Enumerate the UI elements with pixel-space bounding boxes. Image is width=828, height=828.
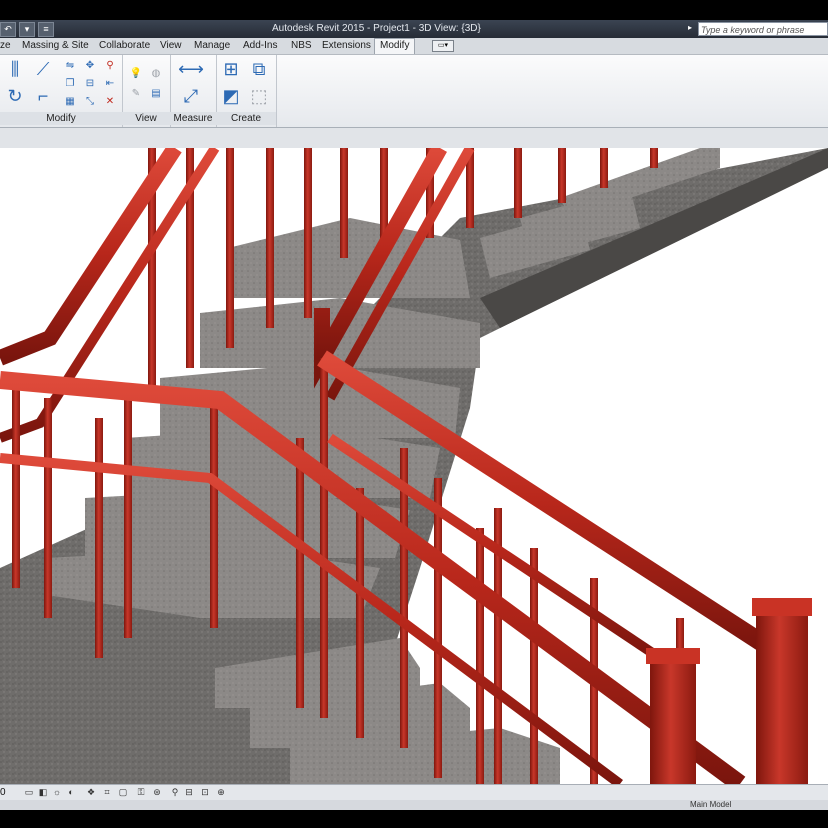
create-group-icon[interactable]: ⧉	[248, 58, 270, 80]
rotate-icon[interactable]: ↻	[4, 85, 26, 107]
3d-view-canvas[interactable]	[0, 148, 828, 784]
tab-manage[interactable]: Manage	[194, 40, 230, 51]
customize-icon[interactable]: ≡	[38, 22, 54, 37]
ribbon-tab-bar: ze Massing & Site Collaborate View Manag…	[0, 38, 828, 55]
panel-modify: ⫼ ⟋ ↻ ⌐ ⇋ ✥ ⚲ ❐ ⊟ ⇤ ▦ ⤡ ✕ Modify	[0, 55, 123, 127]
hide-icon[interactable]: 💡	[130, 67, 142, 79]
sun-path-icon[interactable]: ☼	[52, 788, 62, 797]
create-assembly-icon[interactable]: ⬚	[248, 85, 270, 107]
override-icon[interactable]: ◍	[150, 67, 162, 79]
lock-view-icon[interactable]: ⚿	[136, 788, 146, 797]
split-icon[interactable]: ⊟	[84, 77, 96, 89]
newel-post	[646, 648, 700, 784]
highlight-icon[interactable]: ⊡	[200, 788, 210, 797]
create-similar-icon[interactable]: ⊞	[220, 58, 242, 80]
align-icon[interactable]: ⫼	[4, 58, 26, 80]
temp-hide-icon[interactable]: ⊛	[152, 788, 162, 797]
visual-style-icon[interactable]: ◧	[38, 788, 48, 797]
newel-post	[752, 598, 812, 784]
paint-icon[interactable]: ▤	[150, 87, 162, 99]
render-icon[interactable]: ❖	[86, 788, 96, 797]
measure-icon[interactable]: ⟷	[178, 58, 204, 80]
tab-nbs[interactable]: NBS	[291, 40, 312, 51]
array-icon[interactable]: ▦	[64, 95, 76, 107]
tab-collaborate[interactable]: Collaborate	[99, 40, 150, 51]
analytical-model-icon[interactable]: ⊟	[184, 788, 194, 797]
status-bar: Main Model	[0, 800, 828, 810]
copy-icon[interactable]: ❐	[64, 77, 76, 89]
crop-region-icon[interactable]: ▢	[118, 788, 128, 797]
panel-label-modify: Modify	[0, 112, 122, 125]
search-expand-icon[interactable]: ▸	[688, 23, 696, 35]
create-part-icon[interactable]: ◩	[220, 85, 242, 107]
linework-icon[interactable]: ✎	[130, 87, 142, 99]
offset-icon[interactable]: ⟋	[32, 58, 54, 80]
panel-view: 💡 ◍ ✎ ▤ View	[122, 55, 171, 127]
panel-label-create: Create	[216, 112, 276, 125]
delete-icon[interactable]: ✕	[104, 95, 116, 107]
unpin-icon[interactable]: ⇤	[104, 77, 116, 89]
trim-icon[interactable]: ⌐	[32, 85, 54, 107]
move-icon[interactable]: ✥	[84, 59, 96, 71]
scale-icon[interactable]: ⤡	[84, 95, 96, 107]
crop-icon[interactable]: ⌗	[102, 788, 112, 797]
mirror-icon[interactable]: ⇋	[64, 59, 76, 71]
options-bar	[0, 128, 828, 149]
panel-measure: ⟷ ⤢ Measure	[170, 55, 217, 127]
panel-create: ⊞ ⧉ ◩ ⬚ Create	[216, 55, 277, 127]
tab-extensions[interactable]: Extensions	[322, 40, 371, 51]
bottom-black-band	[0, 810, 828, 828]
ribbon: ⫼ ⟋ ↻ ⌐ ⇋ ✥ ⚲ ❐ ⊟ ⇤ ▦ ⤡ ✕ Modify 💡 ◍ ✎ ▤…	[0, 55, 828, 128]
active-model-text: Main Model	[690, 800, 732, 809]
constraints-icon[interactable]: ⊕	[216, 788, 226, 797]
title-bar: ↶ ▾ ≡ Autodesk Revit 2015 - Project1 - 3…	[0, 20, 828, 38]
view-scale-text[interactable]: 0	[0, 787, 6, 798]
panel-label-view: View	[122, 112, 170, 125]
reveal-hidden-icon[interactable]: ⚲	[170, 788, 180, 797]
ribbon-minimize-icon[interactable]: ▭▾	[432, 40, 454, 52]
search-input[interactable]: Type a keyword or phrase	[698, 22, 828, 36]
tab-view[interactable]: View	[160, 40, 182, 51]
panel-label-measure: Measure	[170, 112, 216, 125]
undo-icon[interactable]: ↶	[0, 22, 16, 37]
pin-icon[interactable]: ⚲	[104, 59, 116, 71]
detail-level-icon[interactable]: ▭	[24, 788, 34, 797]
view-control-bar: 0 ▭ ◧ ☼ ◐ ❖ ⌗ ▢ ⚿ ⊛ ⚲ ⊟ ⊡ ⊕	[0, 784, 828, 801]
tab-modify[interactable]: Modify	[374, 38, 416, 54]
top-black-band	[0, 0, 828, 20]
window-title: Autodesk Revit 2015 - Project1 - 3D View…	[272, 23, 481, 34]
dimension-icon[interactable]: ⤢	[180, 85, 202, 107]
stair-model-render	[0, 148, 828, 784]
tab-add-ins[interactable]: Add-Ins	[243, 40, 277, 51]
tab-massing-site[interactable]: Massing & Site	[22, 40, 89, 51]
quick-access-toolbar: ↶ ▾ ≡	[0, 22, 54, 37]
shadows-icon[interactable]: ◐	[66, 788, 76, 797]
quick-access-dropdown-icon[interactable]: ▾	[19, 22, 35, 37]
tab-analyze[interactable]: ze	[0, 40, 11, 51]
